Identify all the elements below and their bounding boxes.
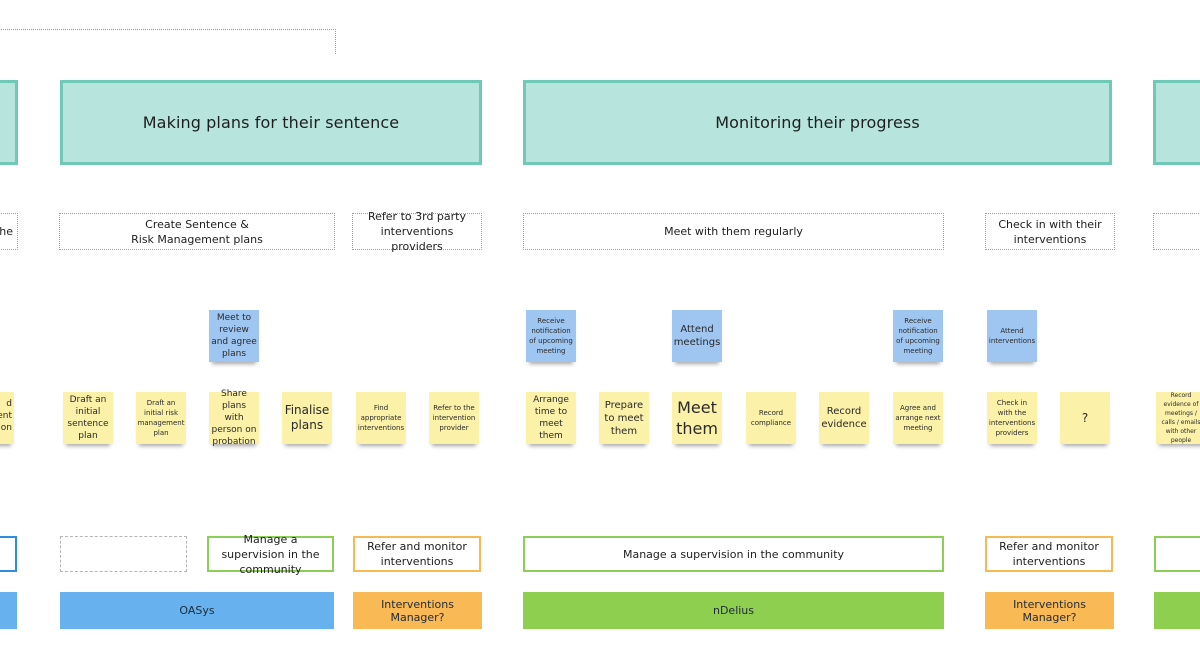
system-ndelius[interactable]: nDelius: [523, 592, 944, 629]
capability-refer-monitor-2[interactable]: Refer and monitor interventions: [985, 536, 1113, 572]
system-label: nDelius: [712, 604, 755, 617]
sticky-text: Prepare to meet them: [604, 399, 644, 437]
activity-box-next[interactable]: [1153, 213, 1200, 250]
sticky-record-evidence-meetings[interactable]: Record evidence of meetings / calls / em…: [1156, 392, 1200, 444]
sticky-draft-risk-plan[interactable]: Draft an initial risk management plan: [136, 392, 186, 444]
system-interventions-manager-2[interactable]: Interventions Manager?: [985, 592, 1114, 629]
stage-label: Making plans for their sentence: [142, 113, 400, 132]
sticky-record-evidence[interactable]: Record evidence: [819, 392, 869, 444]
stage-header-next[interactable]: [1153, 80, 1200, 165]
sticky-record-compliance[interactable]: Record compliance: [746, 392, 796, 444]
capability-refer-monitor[interactable]: Refer and monitor interventions: [353, 536, 481, 572]
activity-refer-3rd-party[interactable]: Refer to 3rd party interventions provide…: [352, 210, 482, 253]
sticky-text: Find appropriate interventions: [357, 404, 405, 432]
capability-label: Manage a supervision in the community: [221, 532, 320, 576]
activity-label: Create Sentence & Risk Management plans: [131, 217, 263, 246]
activity-meet-regularly[interactable]: Meet with them regularly: [523, 213, 944, 250]
sticky-attend-meetings[interactable]: Attend meetings: [672, 310, 722, 362]
capability-box-partial[interactable]: [0, 536, 17, 572]
activity-label: Check in with their interventions: [998, 217, 1102, 246]
sticky-text: Agree and arrange next meeting: [895, 404, 941, 432]
system-label: Interventions Manager?: [1013, 597, 1086, 624]
stage-header-previous[interactable]: [0, 80, 18, 165]
sticky-text: Receive notification of upcoming meeting: [896, 317, 940, 355]
sticky-meet-to-review[interactable]: Meet to review and agree plans: [209, 310, 259, 362]
capability-label: Refer and monitor interventions: [367, 540, 467, 568]
activity-check-interventions[interactable]: Check in with their interventions: [985, 213, 1115, 250]
sticky-text: Meet to review and agree plans: [211, 313, 257, 359]
sticky-text: Draft an initial sentence plan: [67, 395, 109, 441]
sticky-check-in-providers[interactable]: Check in with the interventions provider…: [987, 392, 1037, 444]
system-label: OASys: [179, 604, 215, 617]
sticky-text: d ent ion: [0, 399, 12, 433]
sticky-refer-provider[interactable]: Refer to the intervention provider: [429, 392, 479, 444]
sticky-receive-notification-2[interactable]: Receive notification of upcoming meeting: [893, 310, 943, 362]
sticky-text: Share plans with person on probation: [211, 389, 257, 447]
stage-header-monitoring-progress[interactable]: Monitoring their progress: [523, 80, 1112, 165]
system-label: Interventions Manager?: [381, 597, 454, 624]
sticky-text: ?: [1081, 410, 1089, 425]
sticky-meet-them[interactable]: Meet them: [672, 392, 722, 444]
activity-label: Meet with them regularly: [664, 225, 803, 238]
sticky-draft-sentence-plan[interactable]: Draft an initial sentence plan: [63, 392, 113, 444]
sticky-text: Attend meetings: [673, 324, 721, 348]
system-interventions-manager[interactable]: Interventions Manager?: [353, 592, 482, 629]
sticky-attend-interventions[interactable]: Attend interventions: [987, 310, 1037, 362]
sticky-question-mark[interactable]: ?: [1060, 392, 1110, 444]
sticky-finalise-plans[interactable]: Finalise plans: [282, 392, 332, 444]
capability-manage-supervision[interactable]: Manage a supervision in the community: [207, 533, 334, 576]
system-bar-next[interactable]: [1154, 592, 1200, 629]
capability-manage-supervision-2[interactable]: Manage a supervision in the community: [523, 536, 944, 572]
system-bar-partial[interactable]: [0, 592, 17, 629]
activity-label: the: [0, 225, 13, 238]
sticky-text: Record evidence of meetings / calls / em…: [1161, 392, 1200, 444]
sticky-text: Record evidence: [821, 406, 867, 430]
sticky-find-interventions[interactable]: Find appropriate interventions: [356, 392, 406, 444]
sticky-text: Attend interventions: [988, 327, 1036, 345]
sticky-text: Receive notification of upcoming meeting: [529, 317, 573, 355]
sticky-text: Record compliance: [750, 409, 792, 427]
activity-create-plans[interactable]: Create Sentence & Risk Management plans: [59, 213, 335, 250]
capability-box-empty[interactable]: [60, 536, 187, 572]
sticky-share-plans[interactable]: Share plans with person on probation: [209, 389, 259, 447]
capability-box-next[interactable]: [1154, 536, 1200, 572]
activity-label: Refer to 3rd party interventions provide…: [368, 210, 466, 253]
sticky-partial[interactable]: d ent ion: [0, 392, 14, 444]
activity-box-partial[interactable]: the: [0, 213, 18, 250]
sticky-text: Refer to the intervention provider: [432, 404, 476, 432]
sticky-text: Finalise plans: [284, 403, 330, 432]
capability-label: Manage a supervision in the community: [622, 547, 845, 561]
sticky-text: Draft an initial risk management plan: [137, 399, 185, 437]
capability-label: Refer and monitor interventions: [999, 540, 1099, 568]
stage-label: Monitoring their progress: [715, 113, 920, 132]
system-oasys[interactable]: OASys: [60, 592, 334, 629]
sticky-prepare-to-meet[interactable]: Prepare to meet them: [599, 392, 649, 444]
grouping-bracket: [0, 29, 336, 54]
sticky-text: Meet them: [676, 398, 718, 438]
sticky-receive-notification[interactable]: Receive notification of upcoming meeting: [526, 310, 576, 362]
sticky-text: Check in with the interventions provider…: [988, 399, 1036, 437]
sticky-arrange-time[interactable]: Arrange time to meet them: [526, 392, 576, 444]
sticky-text: Arrange time to meet them: [533, 395, 569, 441]
stage-header-making-plans[interactable]: Making plans for their sentence: [60, 80, 482, 165]
sticky-agree-next-meeting[interactable]: Agree and arrange next meeting: [893, 392, 943, 444]
